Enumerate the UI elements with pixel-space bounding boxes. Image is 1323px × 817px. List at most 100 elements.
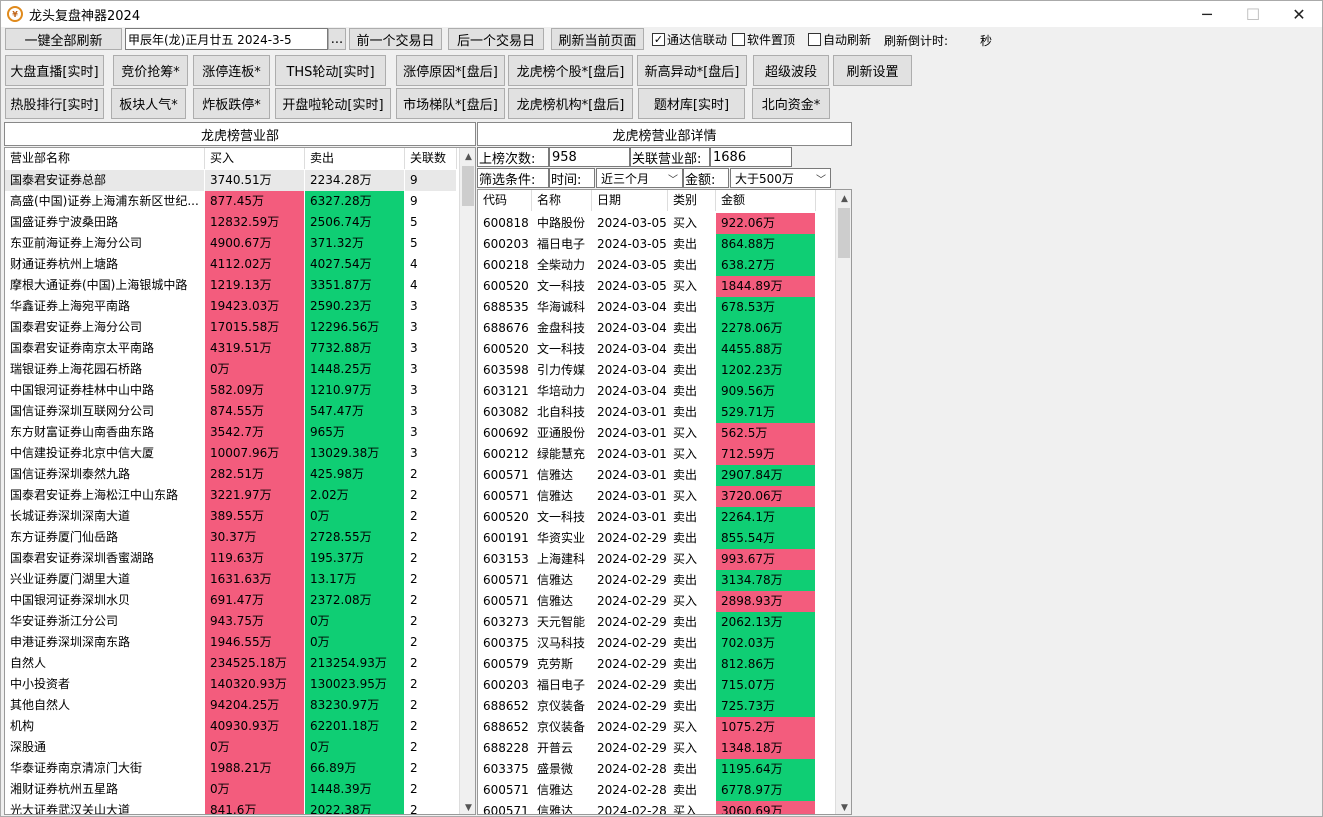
table-row[interactable]: 申港证券深圳深南东路 1946.55万 0万 2 — [5, 632, 457, 653]
refresh-all-button[interactable]: 一键全部刷新 — [5, 28, 122, 50]
detail-row[interactable]: 603375 盛景微 2024-02-28 卖出 1195.64万 — [478, 759, 816, 780]
date-field[interactable]: 甲辰年(龙)正月廿五 2024-3-5 — [125, 28, 328, 50]
scroll-down-icon[interactable]: ▼ — [836, 799, 851, 814]
nav1-button-1[interactable]: 大盘直播[实时] — [5, 55, 104, 86]
refresh-page-button[interactable]: 刷新当前页面 — [551, 28, 644, 50]
detail-row[interactable]: 600818 中路股份 2024-03-05 买入 922.06万 — [478, 213, 816, 234]
detail-row[interactable]: 600571 信雅达 2024-02-29 卖出 3134.78万 — [478, 570, 816, 591]
table-row[interactable]: 国信证券深圳泰然九路 282.51万 425.98万 2 — [5, 464, 457, 485]
nav2-button-5[interactable]: 市场梯队*[盘后] — [396, 88, 505, 119]
table-row[interactable]: 国泰君安证券南京太平南路 4319.51万 7732.88万 3 — [5, 338, 457, 359]
table-row[interactable]: 国泰君安证券总部 3740.51万 2234.28万 9 — [5, 170, 457, 191]
detail-row[interactable]: 600375 汉马科技 2024-02-29 卖出 702.03万 — [478, 633, 816, 654]
nav1-button-3[interactable]: 涨停连板* — [193, 55, 270, 86]
table-row[interactable]: 其他自然人 94204.25万 83230.97万 2 — [5, 695, 457, 716]
table-row[interactable]: 华泰证券南京清凉门大街 1988.21万 66.89万 2 — [5, 758, 457, 779]
table-row[interactable]: 财通证券杭州上塘路 4112.02万 4027.54万 4 — [5, 254, 457, 275]
table-row[interactable]: 光大证券武汉关山大道 841.6万 2022.38万 2 — [5, 800, 457, 814]
detail-row[interactable]: 603082 北自科技 2024-03-01 卖出 529.71万 — [478, 402, 816, 423]
nav2-button-1[interactable]: 热股排行[实时] — [5, 88, 104, 119]
table-header[interactable]: 营业部名称 买入 卖出 关联数 — [5, 148, 457, 169]
detail-row[interactable]: 600520 文一科技 2024-03-04 卖出 4455.88万 — [478, 339, 816, 360]
scroll-thumb[interactable] — [838, 208, 850, 258]
table-row[interactable]: 深股通 0万 0万 2 — [5, 737, 457, 758]
table-row[interactable]: 东方证券厦门仙岳路 30.37万 2728.55万 2 — [5, 527, 457, 548]
detail-row[interactable]: 600218 全柴动力 2024-03-05 卖出 638.27万 — [478, 255, 816, 276]
scroll-thumb[interactable] — [462, 166, 474, 206]
table-row[interactable]: 中信建投证券北京中信大厦 10007.96万 13029.38万 3 — [5, 443, 457, 464]
amount-filter-select[interactable]: 大于500万 ﹀ — [730, 168, 831, 188]
detail-row[interactable]: 600191 华资实业 2024-02-29 卖出 855.54万 — [478, 528, 816, 549]
nav1-button-8[interactable]: 超级波段 — [753, 55, 829, 86]
detail-row[interactable]: 688652 京仪装备 2024-02-29 买入 1075.2万 — [478, 717, 816, 738]
detail-row[interactable]: 688676 金盘科技 2024-03-04 卖出 2278.06万 — [478, 318, 816, 339]
detail-row[interactable]: 603598 引力传媒 2024-03-04 卖出 1202.23万 — [478, 360, 816, 381]
date-picker-button[interactable]: ... — [328, 28, 346, 50]
tdx-link-checkbox[interactable]: ✓ 通达信联动 — [652, 31, 727, 48]
nav2-button-4[interactable]: 开盘啦轮动[实时] — [275, 88, 391, 119]
table-row[interactable]: 瑞银证券上海花园石桥路 0万 1448.25万 3 — [5, 359, 457, 380]
detail-row[interactable]: 688228 开普云 2024-02-29 买入 1348.18万 — [478, 738, 816, 759]
detail-row[interactable]: 603273 天元智能 2024-02-29 卖出 2062.13万 — [478, 612, 816, 633]
table-row[interactable]: 长城证券深圳深南大道 389.55万 0万 2 — [5, 506, 457, 527]
table-row[interactable]: 自然人 234525.18万 213254.93万 2 — [5, 653, 457, 674]
detail-row[interactable]: 600579 克劳斯 2024-02-29 卖出 812.86万 — [478, 654, 816, 675]
detail-row[interactable]: 688652 京仪装备 2024-02-29 卖出 725.73万 — [478, 696, 816, 717]
detail-table-scrollbar[interactable]: ▲ ▼ — [835, 190, 851, 814]
maximize-button[interactable]: ☐ — [1230, 1, 1276, 27]
next-trading-day-button[interactable]: 后一个交易日 — [448, 28, 544, 50]
detail-row[interactable]: 600571 信雅达 2024-02-28 卖出 6778.97万 — [478, 780, 816, 801]
detail-row[interactable]: 600203 福日电子 2024-03-05 卖出 864.88万 — [478, 234, 816, 255]
detail-row[interactable]: 600571 信雅达 2024-02-29 买入 2898.93万 — [478, 591, 816, 612]
detail-row[interactable]: 600571 信雅达 2024-02-28 买入 3060.69万 — [478, 801, 816, 814]
minimize-button[interactable]: ─ — [1184, 1, 1230, 27]
detail-row[interactable]: 600571 信雅达 2024-03-01 买入 3720.06万 — [478, 486, 816, 507]
table-row[interactable]: 国泰君安证券深圳香蜜湖路 119.63万 195.37万 2 — [5, 548, 457, 569]
table-row[interactable]: 湘财证券杭州五星路 0万 1448.39万 2 — [5, 779, 457, 800]
table-row[interactable]: 国盛证券宁波桑田路 12832.59万 2506.74万 5 — [5, 212, 457, 233]
table-row[interactable]: 机构 40930.93万 62201.18万 2 — [5, 716, 457, 737]
detail-row[interactable]: 600520 文一科技 2024-03-05 买入 1844.89万 — [478, 276, 816, 297]
broker-table-scrollbar[interactable]: ▲ ▼ — [459, 148, 475, 814]
close-button[interactable]: ✕ — [1276, 1, 1322, 27]
nav1-button-4[interactable]: THS轮动[实时] — [275, 55, 386, 86]
scroll-up-icon[interactable]: ▲ — [836, 190, 851, 207]
detail-row[interactable]: 600692 亚通股份 2024-03-01 买入 562.5万 — [478, 423, 816, 444]
scroll-down-icon[interactable]: ▼ — [460, 799, 475, 814]
nav2-button-3[interactable]: 炸板跌停* — [193, 88, 270, 119]
nav1-button-9[interactable]: 刷新设置 — [833, 55, 912, 86]
scroll-up-icon[interactable]: ▲ — [460, 148, 475, 165]
table-row[interactable]: 国泰君安证券上海松江中山东路 3221.97万 2.02万 2 — [5, 485, 457, 506]
detail-row[interactable]: 600212 绿能慧充 2024-03-01 买入 712.59万 — [478, 444, 816, 465]
table-row[interactable]: 国信证券深圳互联网分公司 874.55万 547.47万 3 — [5, 401, 457, 422]
nav2-button-2[interactable]: 板块人气* — [111, 88, 186, 119]
detail-row[interactable]: 600203 福日电子 2024-02-29 卖出 715.07万 — [478, 675, 816, 696]
auto-refresh-checkbox[interactable]: 自动刷新 — [808, 31, 871, 48]
table-row[interactable]: 东方财富证券山南香曲东路 3542.7万 965万 3 — [5, 422, 457, 443]
nav2-button-7[interactable]: 题材库[实时] — [638, 88, 745, 119]
table-row[interactable]: 高盛(中国)证券上海浦东新区世纪... 877.45万 6327.28万 9 — [5, 191, 457, 212]
detail-row[interactable]: 600571 信雅达 2024-03-01 卖出 2907.84万 — [478, 465, 816, 486]
detail-header[interactable]: 代码 名称 日期 类别 金额 — [478, 190, 816, 211]
table-row[interactable]: 中小投资者 140320.93万 130023.95万 2 — [5, 674, 457, 695]
nav1-button-6[interactable]: 龙虎榜个股*[盘后] — [508, 55, 633, 86]
table-row[interactable]: 东亚前海证券上海分公司 4900.67万 371.32万 5 — [5, 233, 457, 254]
detail-row[interactable]: 600520 文一科技 2024-03-01 卖出 2264.1万 — [478, 507, 816, 528]
nav1-button-5[interactable]: 涨停原因*[盘后] — [396, 55, 505, 86]
time-filter-select[interactable]: 近三个月 ﹀ — [596, 168, 683, 188]
detail-row[interactable]: 688535 华海诚科 2024-03-04 卖出 678.53万 — [478, 297, 816, 318]
table-row[interactable]: 中国银河证券深圳水贝 691.47万 2372.08万 2 — [5, 590, 457, 611]
prev-trading-day-button[interactable]: 前一个交易日 — [349, 28, 442, 50]
table-row[interactable]: 国泰君安证券上海分公司 17015.58万 12296.56万 3 — [5, 317, 457, 338]
nav1-button-2[interactable]: 竞价抢筹* — [113, 55, 188, 86]
table-row[interactable]: 华鑫证券上海宛平南路 19423.03万 2590.23万 3 — [5, 296, 457, 317]
table-row[interactable]: 摩根大通证券(中国)上海银城中路 1219.13万 3351.87万 4 — [5, 275, 457, 296]
always-on-top-checkbox[interactable]: 软件置顶 — [732, 31, 795, 48]
detail-row[interactable]: 603153 上海建科 2024-02-29 买入 993.67万 — [478, 549, 816, 570]
table-row[interactable]: 兴业证券厦门湖里大道 1631.63万 13.17万 2 — [5, 569, 457, 590]
table-row[interactable]: 中国银河证券桂林中山中路 582.09万 1210.97万 3 — [5, 380, 457, 401]
nav1-button-7[interactable]: 新高异动*[盘后] — [637, 55, 747, 86]
nav2-button-6[interactable]: 龙虎榜机构*[盘后] — [508, 88, 633, 119]
nav2-button-8[interactable]: 北向资金* — [752, 88, 830, 119]
detail-row[interactable]: 603121 华培动力 2024-03-04 卖出 909.56万 — [478, 381, 816, 402]
